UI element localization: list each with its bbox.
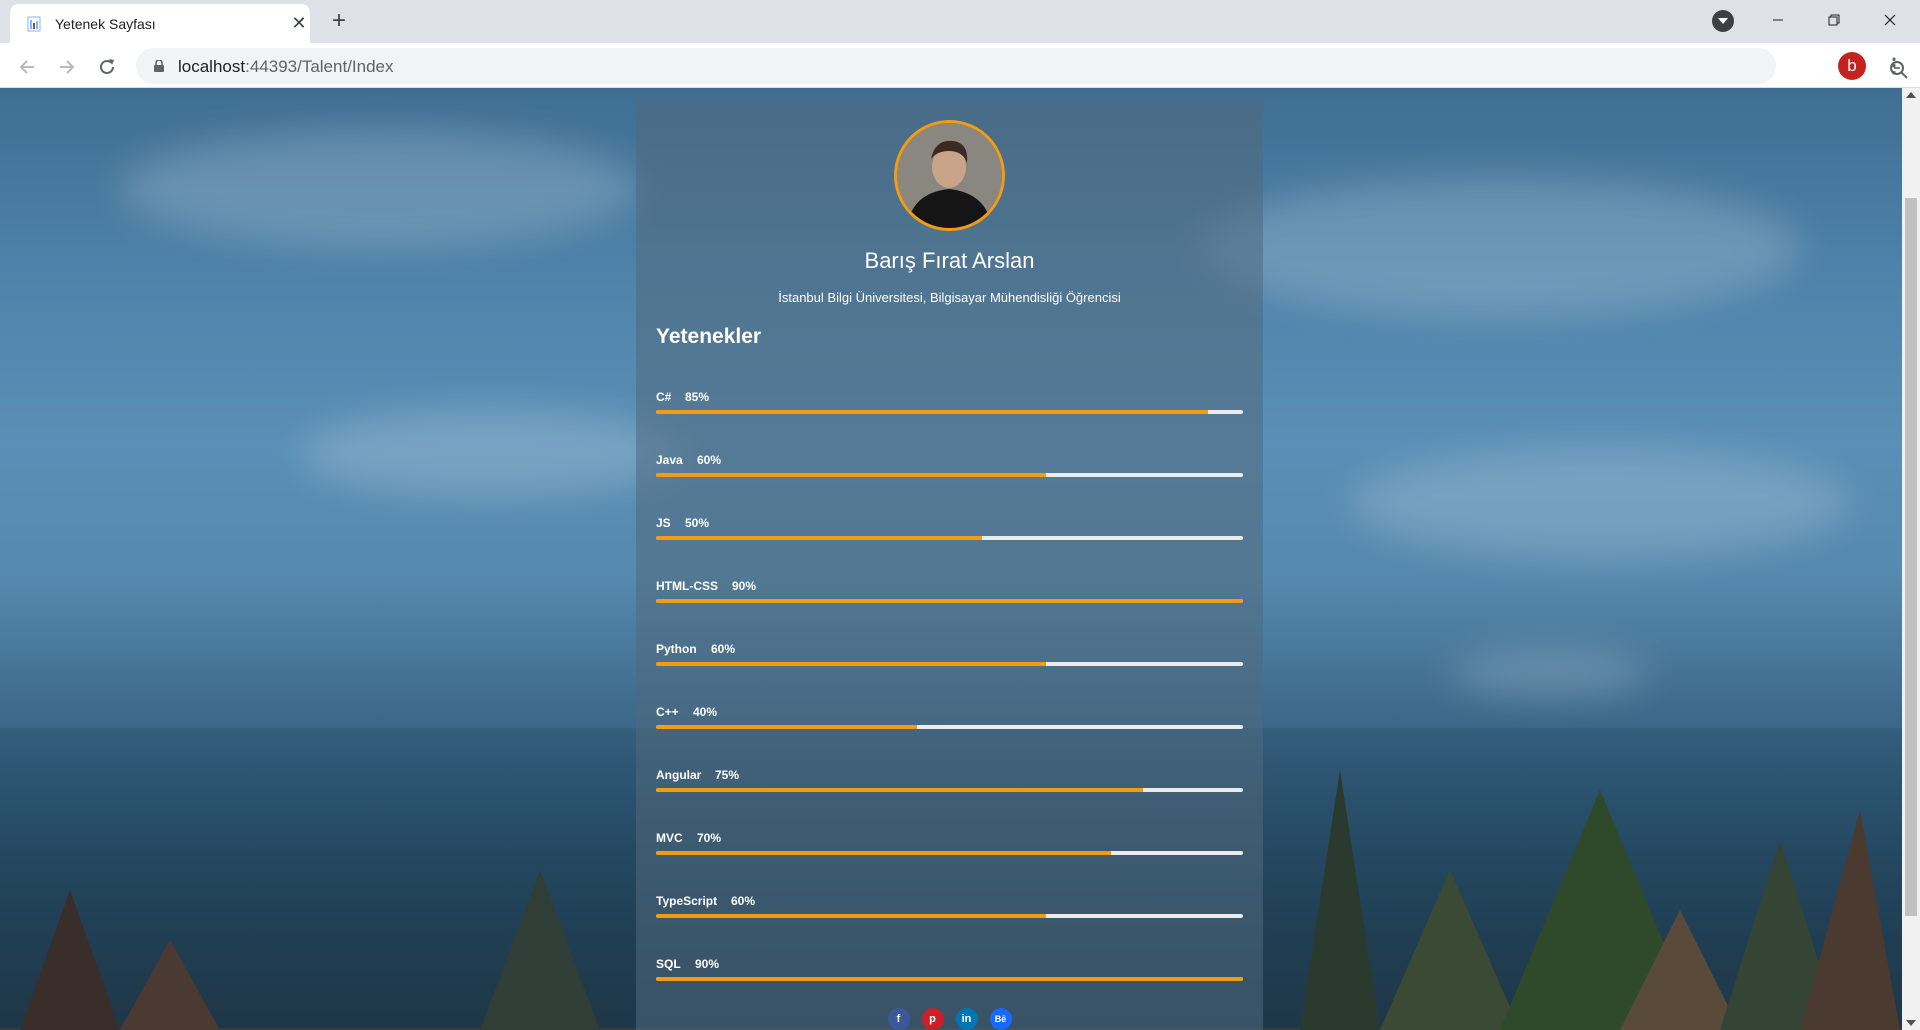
skill-name: Java (656, 453, 683, 467)
close-icon[interactable]: ✕ (288, 12, 310, 34)
profile-photo (894, 120, 1005, 231)
page-background: Barış Fırat Arslan İstanbul Bilgi Üniver… (0, 88, 1920, 1030)
skill-name: Python (656, 642, 697, 656)
facebook-icon[interactable]: f (887, 1008, 910, 1030)
skill-name: C# (656, 390, 672, 404)
profile-avatar[interactable]: b (1838, 52, 1866, 80)
skill-progress-track (656, 599, 1243, 603)
skill-percent: 60% (697, 453, 722, 467)
linkedin-icon[interactable]: in (955, 1008, 978, 1030)
skill-progress-fill (656, 914, 1046, 918)
skill-row: JS 50% (656, 516, 1243, 556)
social-links: f p in Bē (636, 1008, 1263, 1030)
close-window-icon[interactable] (1862, 0, 1918, 38)
tab-title: Yetenek Sayfası (55, 16, 156, 32)
skill-percent: 50% (685, 516, 710, 530)
profile-subtitle: İstanbul Bilgi Üniversitesi, Bilgisayar … (778, 290, 1121, 305)
back-icon[interactable] (12, 51, 42, 81)
skill-row: TypeScript 60% (656, 894, 1243, 934)
scroll-thumb[interactable] (1905, 198, 1917, 916)
skill-progress-fill (656, 851, 1111, 855)
skill-name: MVC (656, 831, 683, 845)
browser-tab[interactable]: Yetenek Sayfası ✕ (10, 4, 310, 43)
skill-progress-track (656, 662, 1243, 666)
scrollbar[interactable] (1902, 88, 1920, 1030)
skill-progress-fill (656, 473, 1046, 477)
address-bar[interactable]: localhost:44393/Talent/Index ☆ (136, 48, 1908, 84)
menu-icon[interactable]: ⋮ (1880, 52, 1908, 80)
trees (1300, 770, 1900, 1030)
skill-percent: 70% (697, 831, 722, 845)
skill-row: C# 85% (656, 390, 1243, 430)
lock-icon (154, 60, 164, 72)
skill-progress-track (656, 914, 1243, 918)
skill-progress-track (656, 788, 1243, 792)
trees (20, 870, 600, 1030)
scroll-down-icon[interactable] (1906, 1020, 1916, 1026)
skill-name: JS (656, 516, 671, 530)
skill-name: TypeScript (656, 894, 718, 908)
skill-row: MVC 70% (656, 831, 1243, 871)
skill-row: C++ 40% (656, 705, 1243, 745)
skill-percent: 90% (695, 957, 720, 971)
skill-progress-track (656, 725, 1243, 729)
skill-progress-track (656, 977, 1243, 981)
cloud (120, 128, 640, 248)
skill-progress-fill (656, 788, 1143, 792)
skill-row: Java 60% (656, 453, 1243, 493)
skill-progress-track (656, 536, 1243, 540)
url-text: localhost:44393/Talent/Index (178, 57, 394, 76)
skill-progress-fill (656, 410, 1208, 414)
page-icon (27, 16, 41, 32)
pinterest-icon[interactable]: p (921, 1008, 944, 1030)
skill-progress-track (656, 473, 1243, 477)
skill-name: C++ (656, 705, 679, 719)
maximize-icon[interactable] (1806, 0, 1862, 38)
plus-icon[interactable]: + (325, 8, 353, 36)
skill-percent: 60% (711, 642, 736, 656)
profile-name: Barış Fırat Arslan (864, 248, 1035, 273)
skill-percent: 85% (685, 390, 710, 404)
skill-progress-fill (656, 977, 1243, 981)
skill-percent: 60% (731, 894, 756, 908)
skill-progress-fill (656, 725, 917, 729)
skills-heading: Yetenekler (656, 325, 762, 348)
skill-row: Angular 75% (656, 768, 1243, 808)
profile-card: Barış Fırat Arslan İstanbul Bilgi Üniver… (636, 100, 1263, 1030)
forward-icon[interactable] (52, 51, 82, 81)
skill-row: HTML-CSS 90% (656, 579, 1243, 619)
skill-name: SQL (656, 957, 681, 971)
scroll-up-icon[interactable] (1906, 92, 1916, 98)
skill-progress-fill (656, 599, 1243, 603)
reload-icon[interactable] (92, 51, 122, 81)
cloud (1200, 178, 1800, 318)
skill-percent: 40% (693, 705, 718, 719)
skill-row: Python 60% (656, 642, 1243, 682)
browser-toolbar: localhost:44393/Talent/Index ☆ b ⋮ (0, 43, 1920, 88)
skill-progress-track (656, 410, 1243, 414)
skill-percent: 90% (732, 579, 757, 593)
cloud (300, 408, 680, 498)
skill-name: HTML-CSS (656, 579, 718, 593)
minimize-icon[interactable] (1750, 0, 1806, 38)
skill-progress-track (656, 851, 1243, 855)
skill-progress-fill (656, 536, 982, 540)
skill-row: SQL 90% (656, 957, 1243, 997)
skill-name: Angular (656, 768, 702, 782)
tab-strip: Yetenek Sayfası ✕ + (0, 0, 1920, 43)
tab-search-icon[interactable] (1712, 10, 1734, 32)
cloud (1350, 448, 1850, 558)
skill-percent: 75% (715, 768, 740, 782)
behance-icon[interactable]: Bē (989, 1008, 1012, 1030)
skill-progress-fill (656, 662, 1046, 666)
